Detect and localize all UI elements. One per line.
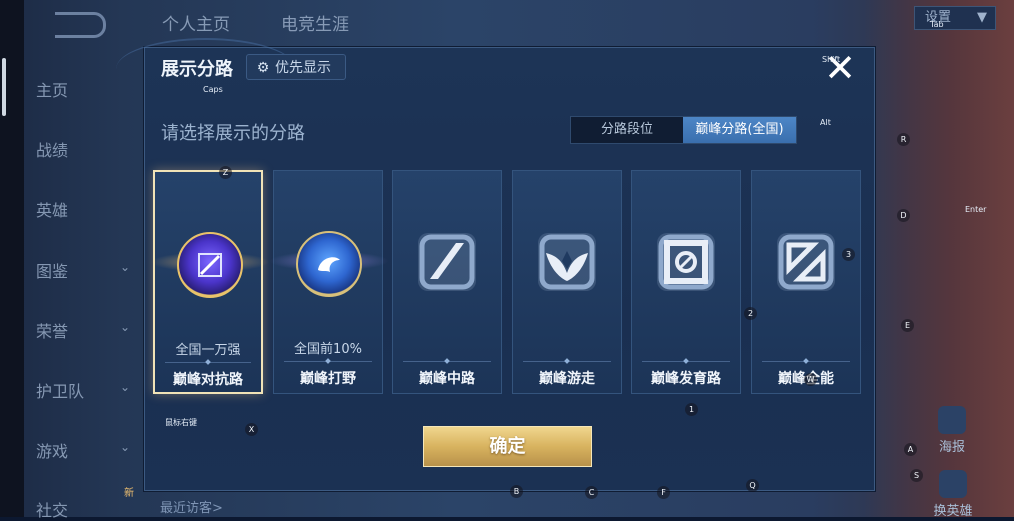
sidebar-item-label: 荣誉 — [36, 322, 69, 341]
card-divider — [284, 361, 372, 362]
sidebar-item-label: 社交 — [36, 501, 69, 520]
change-hero-button[interactable]: 换英雄 — [928, 470, 978, 519]
sidebar-item-label: 英雄 — [36, 201, 69, 220]
tab-lane-rank[interactable]: 分路段位 — [571, 117, 683, 143]
card-divider — [642, 361, 730, 362]
key-hint-r: R — [897, 133, 910, 146]
sidebar-item-honor[interactable]: 荣誉 ⌄ — [36, 318, 136, 342]
edge-handle[interactable] — [2, 58, 6, 116]
key-hint-w: W — [804, 373, 817, 386]
key-hint-enter: Enter — [965, 205, 987, 214]
chevron-down-icon: ▼ — [977, 10, 987, 25]
farmlane-icon — [657, 233, 715, 291]
rank-text: 全国前10% — [294, 342, 362, 357]
chevron-down-icon: ⌄ — [119, 380, 130, 394]
sidebar-item-label: 图鉴 — [36, 262, 69, 281]
lane-card-allround[interactable]: 巅峰全能 — [751, 170, 861, 394]
chevron-down-icon: ⌄ — [119, 260, 130, 274]
sidebar-item-label: 游戏 — [36, 442, 69, 461]
key-hint-caps: Caps — [203, 85, 223, 94]
key-hint-x: X — [245, 423, 258, 436]
key-hint-e: E — [901, 319, 914, 332]
lane-card-mid[interactable]: 巅峰中路 — [392, 170, 502, 394]
sidebar-item-record[interactable]: 战绩 — [36, 137, 136, 161]
card-divider — [403, 361, 491, 362]
top-tab-esports[interactable]: 电竞生涯 — [281, 10, 349, 35]
dragon-icon — [318, 257, 340, 272]
lane-card-top[interactable]: 全国一万强 巅峰对抗路 — [150, 170, 270, 394]
sidebar-item-label: 战绩 — [36, 141, 69, 160]
hero-icon — [939, 470, 967, 498]
key-hint-d: D — [897, 209, 910, 222]
poster-button[interactable]: 海报 — [932, 406, 972, 455]
lane-label: 巅峰中路 — [419, 371, 475, 387]
lane-label: 巅峰游走 — [539, 371, 595, 387]
device-left-bar — [0, 0, 24, 517]
midlane-icon — [418, 233, 476, 291]
priority-display-button[interactable]: ⚙ 优先显示 — [246, 54, 346, 80]
modal-subtitle: 请选择展示的分路 — [161, 123, 305, 144]
poster-label: 海报 — [938, 440, 965, 455]
key-hint-f: F — [657, 486, 670, 499]
settings-dropdown[interactable]: 设置 ▼ — [914, 6, 996, 30]
rank-text: 全国一万强 — [175, 343, 241, 358]
lane-label: 巅峰打野 — [300, 371, 356, 387]
recent-visitors[interactable]: 最近访客> — [160, 497, 223, 516]
gear-icon: ⚙ — [256, 60, 270, 76]
new-badge: 新 — [124, 488, 134, 499]
sidebar-item-guard[interactable]: 护卫队 ⌄ — [36, 378, 136, 402]
sidebar-item-games[interactable]: 游戏 ⌄ — [36, 438, 136, 462]
priority-label: 优先显示 — [275, 60, 331, 76]
modal-title: 展示分路 — [161, 59, 233, 80]
key-hint-a: A — [904, 443, 917, 456]
card-divider — [523, 361, 611, 362]
sidebar-item-label: 护卫队 — [36, 382, 85, 401]
key-hint-3: 3 — [842, 248, 855, 261]
lane-label: 巅峰发育路 — [651, 371, 721, 387]
poster-icon — [938, 406, 966, 434]
allround-icon — [777, 233, 835, 291]
key-hint-mouse-right: 鼠标右键 — [165, 418, 197, 427]
back-logo-icon[interactable] — [55, 12, 106, 38]
key-hint-z: Z — [219, 166, 232, 179]
key-hint-shift: Shift — [822, 55, 841, 64]
lane-card-roam[interactable]: 巅峰游走 — [512, 170, 622, 394]
sidebar-item-codex[interactable]: 图鉴 ⌄ — [36, 258, 136, 282]
sidebar-item-heroes[interactable]: 英雄 — [36, 197, 136, 221]
lane-card-jungle[interactable]: 全国前10% 巅峰打野 — [269, 170, 389, 394]
key-hint-alt: Alt — [820, 118, 831, 127]
key-hint-c: C — [585, 486, 598, 499]
sidebar-item-social[interactable]: 社交 — [36, 497, 136, 521]
lane-card-farm[interactable]: 巅峰发育路 — [631, 170, 741, 394]
sidebar-item-label: 主页 — [36, 81, 69, 100]
tab-peak-lane-national[interactable]: 巅峰分路(全国) — [683, 117, 796, 143]
chevron-down-icon: ⌄ — [119, 440, 130, 454]
key-hint-tab: Tab — [930, 20, 944, 29]
chevron-down-icon: ⌄ — [119, 320, 130, 334]
lane-label: 巅峰对抗路 — [173, 372, 243, 388]
key-hint-b: B — [510, 485, 523, 498]
lane-mode-toggle: 分路段位 巅峰分路(全国) — [570, 116, 797, 144]
roamer-icon — [538, 233, 596, 291]
key-hint-1: 1 — [685, 403, 698, 416]
key-hint-2: 2 — [744, 307, 757, 320]
confirm-button[interactable]: 确定 — [423, 426, 592, 467]
swords-icon — [198, 253, 222, 277]
key-hint-q: Q — [746, 479, 759, 492]
card-divider — [762, 361, 850, 362]
key-hint-s: S — [910, 469, 923, 482]
card-divider — [165, 362, 251, 363]
top-tab-profile[interactable]: 个人主页 — [162, 10, 230, 35]
